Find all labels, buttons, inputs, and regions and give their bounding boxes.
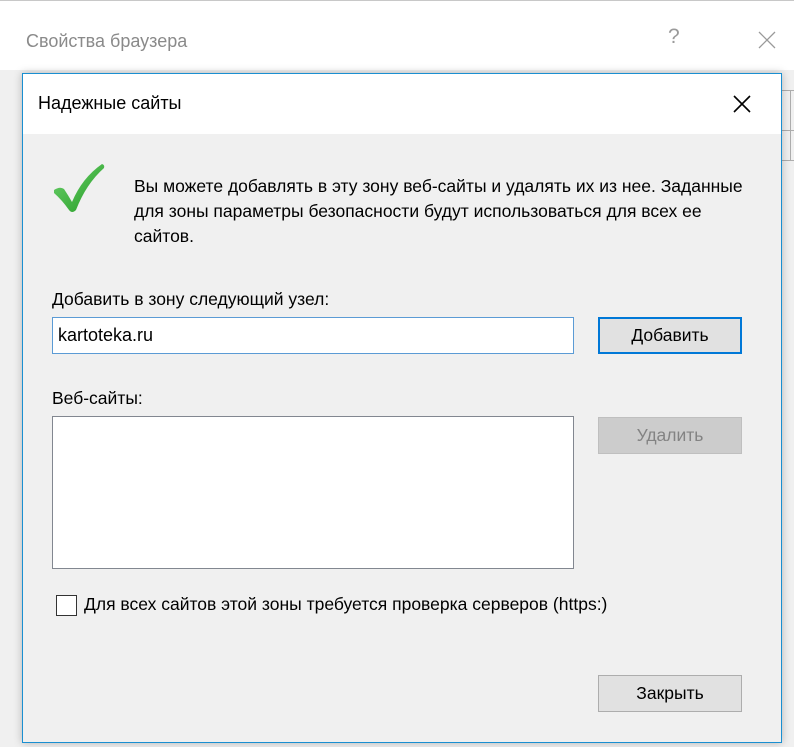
remove-button[interactable]: Удалить xyxy=(598,417,742,454)
add-site-input[interactable] xyxy=(52,317,574,354)
websites-label: Веб-сайты: xyxy=(52,388,143,408)
parent-window-title: Свойства браузера xyxy=(26,31,188,51)
check-icon xyxy=(54,164,105,212)
dialog-titlebar: Надежные сайты xyxy=(23,74,781,134)
https-checkbox[interactable] xyxy=(56,595,77,616)
parent-divider xyxy=(782,90,794,91)
trusted-sites-dialog: Надежные сайты Вы можете добавлять в эту… xyxy=(22,73,782,743)
close-icon xyxy=(733,95,751,113)
parent-help-button[interactable]: ? xyxy=(668,25,680,49)
parent-divider xyxy=(782,160,794,161)
info-text: Вы можете добавлять в эту зону веб-сайты… xyxy=(134,176,743,246)
close-button[interactable]: Закрыть xyxy=(598,675,742,712)
dialog-title: Надежные сайты xyxy=(38,93,182,113)
add-site-label: Добавить в зону следующий узел: xyxy=(52,289,330,309)
parent-divider xyxy=(782,130,794,131)
https-checkbox-label[interactable]: Для всех сайтов этой зоны требуется пров… xyxy=(84,594,607,615)
websites-list[interactable] xyxy=(52,416,574,569)
parent-close-button[interactable] xyxy=(754,27,780,53)
parent-divider xyxy=(790,90,791,160)
add-button[interactable]: Добавить xyxy=(598,317,742,354)
close-icon xyxy=(758,31,776,49)
parent-content-edge xyxy=(782,70,794,747)
dialog-close-button[interactable] xyxy=(729,91,755,117)
parent-titlebar: Свойства браузера ? xyxy=(0,0,794,70)
